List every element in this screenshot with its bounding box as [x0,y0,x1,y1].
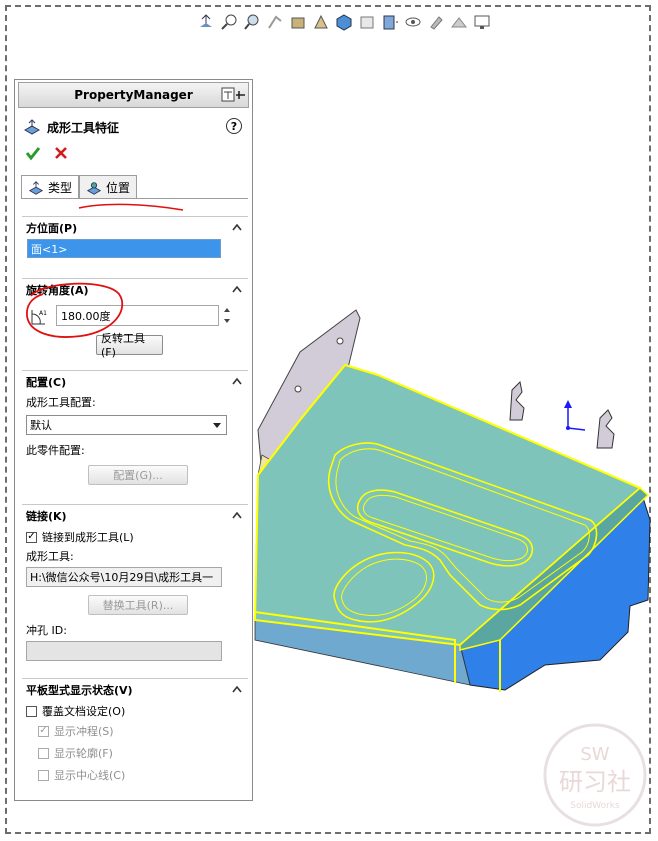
ok-cancel-row [15,142,252,164]
watermark-main: 研习社 [559,768,631,796]
zoom-area-icon[interactable] [242,12,262,32]
orientation-face-field[interactable]: 面<1> [27,239,221,258]
chevron-up-icon[interactable] [232,223,242,231]
section-view-icon[interactable] [288,12,308,32]
view-settings-icon[interactable] [472,12,492,32]
chevron-up-icon[interactable] [232,377,242,385]
zoom-fit-icon[interactable] [219,12,239,32]
replace-tool-button[interactable]: 替换工具(R)... [88,595,188,615]
watermark-top: SW [580,744,609,765]
hide-show-icon[interactable] [403,12,423,32]
tab-type[interactable]: 类型 [21,175,80,199]
red-circle-annotation [26,282,124,338]
dropdown-arrow-icon [213,423,221,428]
chevron-up-icon[interactable] [232,285,242,293]
property-manager-panel: PropertyManager 成形工具特征 ? 类型 位置 方位面(P) 面<… [14,79,253,801]
watermark-seal: SW 研习社 SolidWorks [543,723,647,827]
chevron-up-icon[interactable] [232,511,242,519]
chevron-up-icon[interactable] [232,685,242,693]
view-cube-icon[interactable] [334,12,354,32]
tab-position[interactable]: 位置 [79,175,138,199]
tool-config-select[interactable]: 默认 [26,415,227,435]
watermark-sub: SolidWorks [570,801,620,811]
forming-tool-icon [23,119,41,135]
feature-header: 成形工具特征 [15,114,252,140]
show-profile-checkbox[interactable] [38,747,49,759]
show-punch-checkbox[interactable]: ✓ [38,725,49,737]
heads-up-toolbar [196,10,492,34]
section-link: 链接(K) ✓ 链接到成形工具(L) 成形工具: H:\微信公众号\10月29日… [22,504,248,661]
view-orient-icon[interactable] [196,12,216,32]
tool-label: 成形工具: [26,550,74,563]
previous-view-icon[interactable] [265,12,285,32]
spin-up-icon[interactable] [221,305,233,314]
show-center-row[interactable]: 显示中心线(C) [22,765,248,785]
punch-id-field[interactable] [26,641,222,661]
override-checkbox[interactable] [26,705,37,717]
cancel-x-icon[interactable] [53,145,69,161]
angle-spinner[interactable] [221,305,235,326]
show-punch-row[interactable]: ✓ 显示冲程(S) [22,721,248,741]
section-link-title[interactable]: 链接(K) [22,505,248,527]
dynamic-annotation-icon[interactable] [311,12,331,32]
pm-title: PropertyManager [74,88,193,102]
spin-down-icon[interactable] [221,317,233,326]
section-flat-title[interactable]: 平板型式显示状态(V) [22,679,248,701]
edit-appearance-icon[interactable] [426,12,446,32]
view-orientation-icon[interactable] [357,12,377,32]
apply-scene-icon[interactable] [449,12,469,32]
tab-divider [21,198,248,199]
display-style-icon[interactable] [380,12,400,32]
config-button[interactable]: 配置(G)... [88,465,188,485]
tool-config-label: 成形工具配置: [26,396,96,409]
link-tool-checkbox[interactable]: ✓ [26,531,37,543]
punch-id-label: 冲孔 ID: [26,624,67,637]
section-flat-pattern: 平板型式显示状态(V) 覆盖文档设定(O) ✓ 显示冲程(S) 显示轮廓(F) … [22,678,248,785]
pm-title-bar: PropertyManager [18,82,249,108]
show-profile-row[interactable]: 显示轮廓(F) [22,743,248,763]
tab-type-label: 类型 [48,181,73,195]
section-config: 配置(C) 成形工具配置: 默认 此零件配置: 配置(G)... [22,370,248,485]
section-config-title[interactable]: 配置(C) [22,371,248,393]
tool-path-field: H:\微信公众号\10月29日\成形工具一 [26,567,222,587]
feature-title: 成形工具特征 [47,120,120,135]
section-orientation-title[interactable]: 方位面(P) [22,217,248,239]
type-tab-icon [28,180,44,195]
help-icon[interactable]: ? [226,118,242,134]
red-underline-annotation [78,203,184,211]
position-tab-icon [86,181,102,195]
override-checkbox-row[interactable]: 覆盖文档设定(O) [22,701,248,721]
pm-tabs: 类型 位置 [21,175,138,199]
axis-triad [564,400,586,431]
part-config-label: 此零件配置: [26,444,85,457]
section-orientation: 方位面(P) 面<1> [22,216,248,258]
ok-check-icon[interactable] [25,145,41,161]
link-tool-checkbox-row[interactable]: ✓ 链接到成形工具(L) [22,527,248,547]
pin-icon[interactable] [220,86,246,104]
show-center-checkbox[interactable] [38,769,49,781]
tab-position-label: 位置 [106,181,131,195]
